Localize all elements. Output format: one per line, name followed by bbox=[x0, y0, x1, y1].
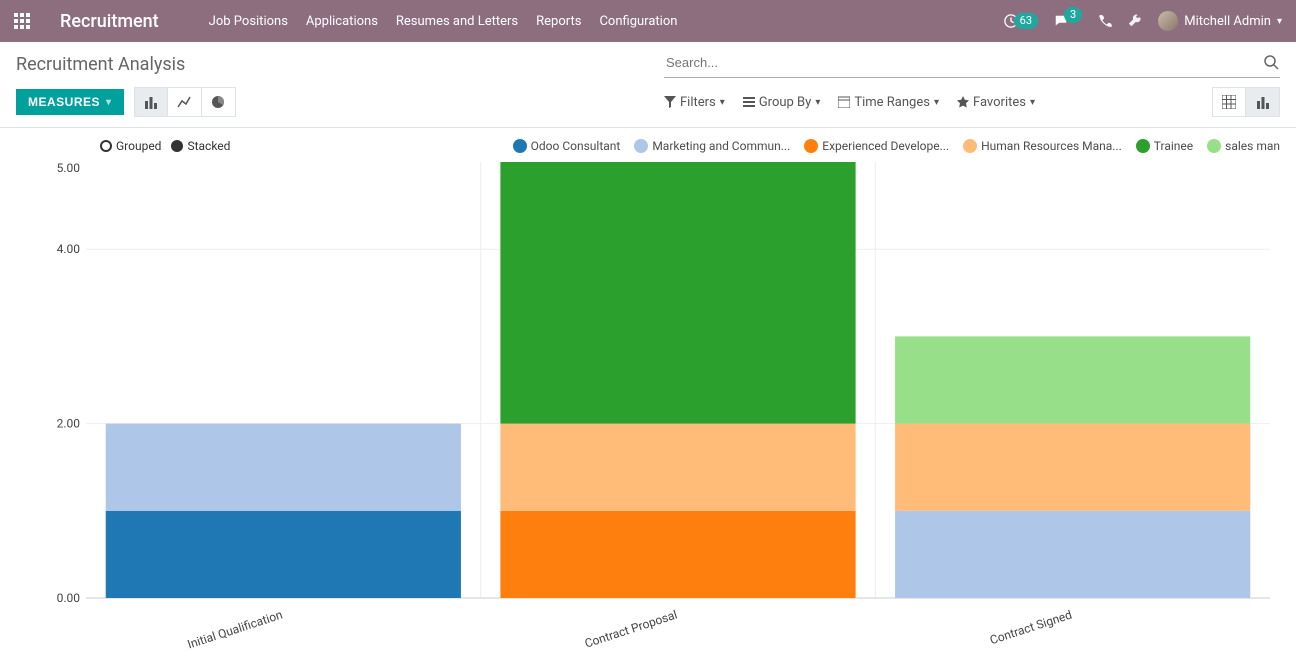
legend-item[interactable]: Odoo Consultant bbox=[513, 139, 621, 153]
chart-area: Grouped Stacked Odoo Consultant Marketing… bbox=[0, 128, 1296, 664]
chart-legend: Odoo Consultant Marketing and Commun... Ex… bbox=[513, 139, 1280, 153]
top-navbar: Recruitment Job Positions Applications R… bbox=[0, 0, 1296, 42]
bar-segment[interactable] bbox=[500, 162, 855, 424]
svg-text:5.00: 5.00 bbox=[57, 161, 81, 175]
svg-text:0.00: 0.00 bbox=[57, 591, 81, 605]
filters-dropdown[interactable]: Filters▾ bbox=[664, 95, 725, 110]
radio-icon bbox=[100, 140, 112, 152]
svg-text:4.00: 4.00 bbox=[57, 242, 81, 256]
legend-swatch bbox=[634, 139, 648, 153]
bar-segment[interactable] bbox=[895, 511, 1250, 598]
activity-count: 63 bbox=[1014, 13, 1038, 29]
user-name: Mitchell Admin bbox=[1184, 14, 1271, 29]
legend-label: Marketing and Commun... bbox=[652, 139, 790, 153]
nav-links: Job Positions Applications Resumes and L… bbox=[209, 14, 678, 29]
messaging-indicator[interactable]: 3 bbox=[1054, 13, 1082, 29]
x-axis-label: Contract Signed bbox=[988, 608, 1073, 648]
star-icon bbox=[957, 96, 969, 108]
legend-swatch bbox=[804, 139, 818, 153]
groupby-dropdown[interactable]: Group By▾ bbox=[743, 95, 821, 110]
mode-grouped[interactable]: Grouped bbox=[100, 139, 161, 153]
line-chart-icon bbox=[177, 95, 191, 109]
bar-segment[interactable] bbox=[106, 424, 461, 511]
bar-segment[interactable] bbox=[500, 511, 855, 598]
funnel-icon bbox=[664, 96, 676, 108]
view-pivot[interactable] bbox=[1212, 87, 1246, 117]
legend-swatch bbox=[963, 139, 977, 153]
user-menu[interactable]: Mitchell Admin ▾ bbox=[1158, 11, 1282, 31]
msg-count: 3 bbox=[1064, 7, 1082, 23]
legend-item[interactable]: Experienced Develope... bbox=[804, 139, 949, 153]
nav-reports[interactable]: Reports bbox=[536, 14, 581, 29]
bar-segment[interactable] bbox=[895, 424, 1250, 511]
nav-job-positions[interactable]: Job Positions bbox=[209, 14, 288, 29]
legend-item[interactable]: Trainee bbox=[1136, 139, 1193, 153]
bar-chart-icon bbox=[1256, 95, 1270, 109]
bar-segment[interactable] bbox=[500, 424, 855, 511]
favorites-dropdown[interactable]: Favorites▾ bbox=[957, 95, 1035, 110]
legend-label: Odoo Consultant bbox=[531, 139, 621, 153]
legend-item[interactable]: Marketing and Commun... bbox=[634, 139, 790, 153]
search-icon[interactable] bbox=[1264, 55, 1280, 71]
chart-plot: 0.00 2.00 4.00 5.00 Initial Qualification Con… bbox=[16, 158, 1280, 658]
legend-item[interactable]: sales man bbox=[1207, 139, 1280, 153]
nav-applications[interactable]: Applications bbox=[306, 14, 378, 29]
legend-label: Trainee bbox=[1154, 139, 1193, 153]
measures-label: MEASURES bbox=[28, 95, 100, 109]
chart-type-line[interactable] bbox=[168, 87, 202, 117]
nav-resumes[interactable]: Resumes and Letters bbox=[396, 14, 518, 29]
legend-swatch bbox=[513, 139, 527, 153]
app-title[interactable]: Recruitment bbox=[60, 11, 159, 32]
wrench-icon[interactable] bbox=[1128, 14, 1142, 28]
radio-icon bbox=[171, 140, 183, 152]
svg-text:2.00: 2.00 bbox=[57, 417, 81, 431]
breadcrumb: Recruitment Analysis bbox=[0, 42, 648, 81]
control-panel: Recruitment Analysis MEASURES ▾ bbox=[0, 42, 1296, 128]
chart-type-pie[interactable] bbox=[202, 87, 236, 117]
search-input[interactable] bbox=[664, 51, 1264, 74]
avatar bbox=[1158, 11, 1178, 31]
legend-item[interactable]: Human Resources Mana... bbox=[963, 139, 1122, 153]
caret-down-icon: ▾ bbox=[1277, 16, 1282, 27]
table-icon bbox=[1222, 95, 1236, 109]
list-icon bbox=[743, 96, 755, 108]
measures-button[interactable]: MEASURES ▾ bbox=[16, 89, 124, 115]
caret-down-icon: ▾ bbox=[106, 97, 112, 108]
phone-icon[interactable] bbox=[1098, 14, 1112, 28]
search-bar bbox=[664, 48, 1280, 78]
legend-swatch bbox=[1207, 139, 1221, 153]
bar-segment[interactable] bbox=[895, 336, 1250, 423]
legend-label: Experienced Develope... bbox=[822, 139, 949, 153]
bar-segment[interactable] bbox=[106, 511, 461, 598]
legend-label: sales man bbox=[1225, 139, 1280, 153]
x-axis-label: Initial Qualification bbox=[186, 608, 285, 652]
legend-swatch bbox=[1136, 139, 1150, 153]
mode-stacked[interactable]: Stacked bbox=[171, 139, 230, 153]
timeranges-dropdown[interactable]: Time Ranges▾ bbox=[838, 95, 939, 110]
nav-configuration[interactable]: Configuration bbox=[599, 14, 677, 29]
view-graph[interactable] bbox=[1246, 87, 1280, 117]
chart-type-bar[interactable] bbox=[134, 87, 168, 117]
pie-chart-icon bbox=[211, 95, 225, 109]
bar-chart-icon bbox=[144, 95, 158, 109]
x-axis-label: Contract Proposal bbox=[583, 608, 679, 651]
legend-label: Human Resources Mana... bbox=[981, 139, 1122, 153]
apps-icon[interactable] bbox=[14, 13, 30, 29]
activity-indicator[interactable]: 63 bbox=[1004, 13, 1038, 29]
calendar-icon bbox=[838, 96, 850, 108]
